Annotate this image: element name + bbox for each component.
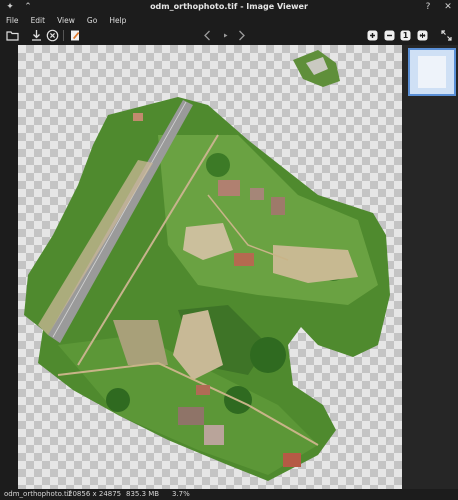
menu-help[interactable]: Help bbox=[109, 15, 126, 26]
zoom-reset-button[interactable]: 1 bbox=[399, 29, 412, 42]
close-icon[interactable]: ✕ bbox=[442, 1, 454, 13]
image-canvas[interactable] bbox=[18, 45, 402, 489]
window-title: odm_orthophoto.tif - Image Viewer bbox=[150, 2, 308, 11]
menu-view[interactable]: View bbox=[57, 15, 75, 26]
thumbnail-panel bbox=[402, 45, 458, 489]
open-folder-icon[interactable] bbox=[6, 29, 19, 42]
help-icon[interactable]: ? bbox=[422, 1, 434, 13]
play-icon[interactable] bbox=[219, 29, 232, 42]
menu-go[interactable]: Go bbox=[87, 15, 97, 26]
thumbnail-item[interactable] bbox=[408, 48, 456, 96]
left-margin bbox=[0, 45, 18, 489]
edit-icon[interactable] bbox=[69, 29, 82, 42]
save-icon[interactable] bbox=[30, 29, 43, 42]
next-icon[interactable] bbox=[235, 29, 248, 42]
zoom-in-icon[interactable] bbox=[366, 29, 379, 42]
status-zoom: 3.7% bbox=[172, 490, 190, 498]
status-filename: odm_orthophoto.tif bbox=[4, 490, 72, 498]
toolbar: 1 bbox=[0, 26, 458, 45]
title-bar: ✦ ⌃ odm_orthophoto.tif - Image Viewer ? … bbox=[0, 0, 458, 15]
image-file-icon bbox=[418, 56, 446, 88]
status-dimensions: 20856 x 24875 bbox=[68, 490, 122, 498]
fullscreen-icon[interactable] bbox=[440, 29, 453, 42]
menu-edit[interactable]: Edit bbox=[31, 15, 46, 26]
status-filesize: 835.3 MB bbox=[126, 490, 160, 498]
menu-file[interactable]: File bbox=[6, 15, 19, 26]
orthophoto-image bbox=[24, 50, 390, 481]
delete-icon[interactable] bbox=[46, 29, 59, 42]
menu-bar: File Edit View Go Help bbox=[0, 15, 458, 26]
zoom-reset-label: 1 bbox=[402, 31, 409, 40]
previous-icon[interactable] bbox=[201, 29, 214, 42]
zoom-out-icon[interactable] bbox=[383, 29, 396, 42]
status-bar: odm_orthophoto.tif 20856 x 24875 835.3 M… bbox=[0, 489, 458, 500]
zoom-fit-icon[interactable] bbox=[416, 29, 429, 42]
